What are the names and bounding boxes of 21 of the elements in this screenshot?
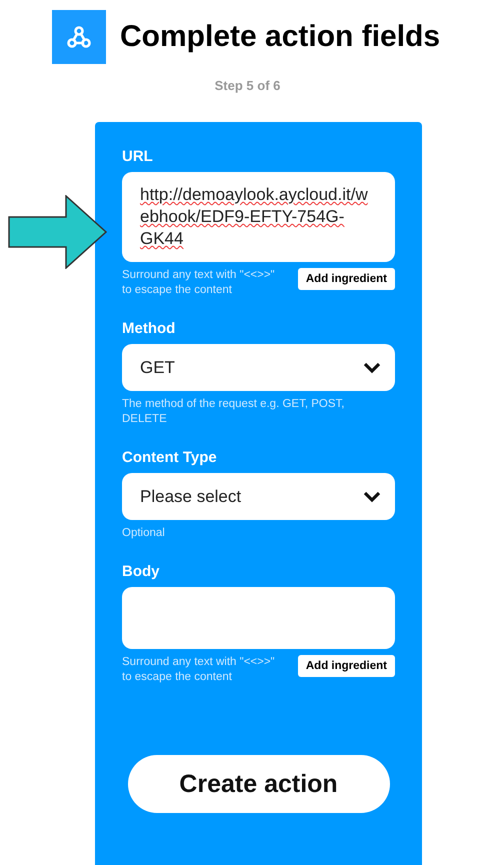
- add-ingredient-button[interactable]: Add ingredient: [298, 655, 395, 677]
- field-label: URL: [122, 148, 154, 165]
- helper-text: Optional: [122, 526, 165, 541]
- text-input-field[interactable]: http://demoaylook.aycloud.it/webhook/EDF9-EFTY-754G-GK44: [122, 172, 395, 262]
- field-label: Method: [122, 320, 176, 337]
- field-label: Content Type: [122, 449, 218, 466]
- webhook-logo-icon: [52, 10, 106, 64]
- field-label: Body: [122, 563, 160, 580]
- helper-text: Surround any text with "<<>>" to escape the content: [122, 268, 276, 298]
- chevron-down-icon: [363, 490, 381, 502]
- step-indicator: Step 5 of 6: [214, 78, 282, 93]
- helper-text: The method of the request e.g. GET, POST, DELETE: [122, 397, 346, 427]
- select-dropdown[interactable]: Please select: [122, 473, 395, 520]
- helper-text: Surround any text with "<<>>" to escape the content: [122, 655, 276, 685]
- add-ingredient-button[interactable]: Add ingredient: [298, 268, 395, 290]
- select-dropdown[interactable]: GET: [122, 344, 395, 391]
- callout-arrow-icon: [8, 195, 108, 269]
- page-title: Complete action fields: [120, 20, 440, 54]
- create-action-button[interactable]: Create action: [128, 755, 390, 813]
- chevron-down-icon: [363, 362, 381, 374]
- text-input-field[interactable]: [122, 587, 395, 649]
